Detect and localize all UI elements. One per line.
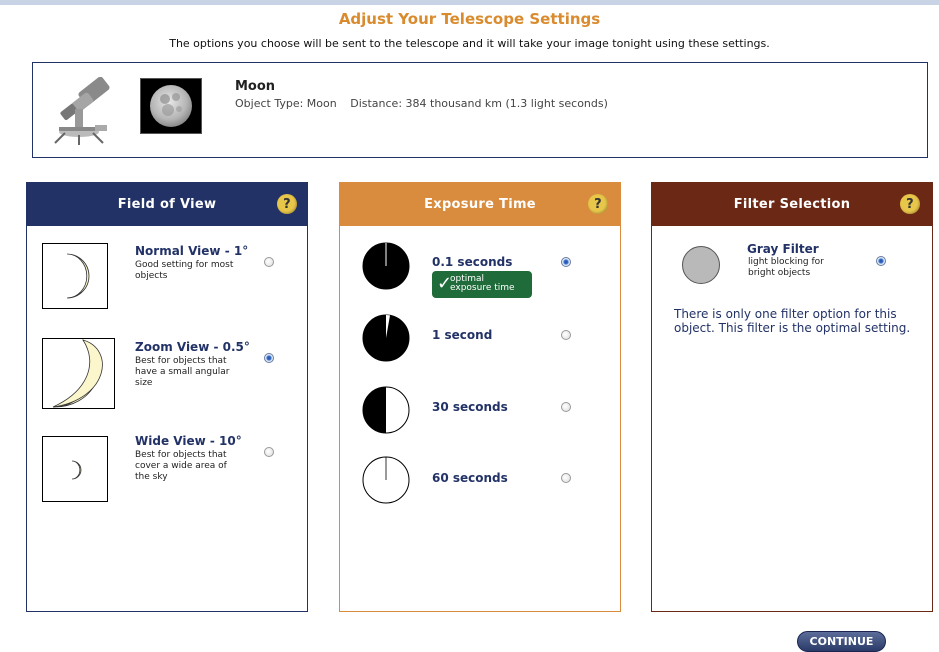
exposure-dial-icon xyxy=(362,242,410,290)
normal-view-radio[interactable] xyxy=(264,257,274,267)
normal-view-title: Normal View - 1° xyxy=(135,244,249,258)
filter-selection-header: Filter Selection ? xyxy=(652,183,932,226)
crescent-moon-icon xyxy=(66,253,90,299)
exposure-60-radio[interactable] xyxy=(561,473,571,483)
filter-help-icon[interactable]: ? xyxy=(900,194,920,214)
exposure-0-1-label: 0.1 seconds xyxy=(432,255,513,269)
object-distance: Distance: 384 thousand km (1.3 light sec… xyxy=(350,97,608,110)
field-of-view-title: Field of View xyxy=(117,197,217,212)
gray-filter-desc: light blocking for bright objects xyxy=(748,257,824,278)
wide-view-radio[interactable] xyxy=(264,447,274,457)
exposure-1-radio[interactable] xyxy=(561,330,571,340)
filter-selection-title: Filter Selection xyxy=(733,197,851,212)
filter-selection-panel: Filter Selection ? Gray Filter light blo… xyxy=(651,182,933,612)
object-name: Moon xyxy=(235,79,276,94)
crescent-moon-icon xyxy=(52,339,103,408)
gray-filter-swatch xyxy=(682,246,720,284)
exposure-dial-icon xyxy=(362,314,410,362)
zoom-view-desc: Best for objects that have a small angul… xyxy=(135,356,230,388)
field-of-view-panel: Field of View ? Normal View - 1° Good se… xyxy=(26,182,308,612)
optimal-exposure-badge: ✓ optimal exposure time xyxy=(432,271,532,298)
zoom-view-radio[interactable] xyxy=(264,353,274,363)
continue-button[interactable]: CONTINUE xyxy=(797,631,886,652)
exposure-time-panel: Exposure Time ? 0.1 seconds ✓ optimal ex… xyxy=(339,182,621,612)
exposure-0-1-radio[interactable] xyxy=(561,257,571,267)
optimal-badge-text: optimal exposure time xyxy=(450,275,515,293)
object-details: Object Type: Moon Distance: 384 thousand… xyxy=(235,97,618,110)
filter-note: There is only one filter option for this… xyxy=(674,307,911,335)
exposure-1-label: 1 second xyxy=(432,328,493,342)
page-title: Adjust Your Telescope Settings xyxy=(338,10,601,28)
exposure-help-icon[interactable]: ? xyxy=(588,194,608,214)
top-border xyxy=(0,0,939,5)
normal-view-desc: Good setting for most objects xyxy=(135,260,234,281)
moon-thumbnail xyxy=(140,78,202,134)
page-subtitle: The options you choose will be sent to t… xyxy=(169,37,770,50)
zoom-view-title: Zoom View - 0.5° xyxy=(135,340,250,354)
exposure-time-title: Exposure Time xyxy=(424,197,536,212)
object-type: Object Type: Moon xyxy=(235,97,337,110)
object-info-box: Moon Object Type: Moon Distance: 384 tho… xyxy=(32,62,928,158)
moon-image-icon xyxy=(150,85,192,127)
zoom-view-preview xyxy=(42,338,115,409)
badge-line-2: exposure time xyxy=(450,283,515,293)
wide-view-desc: Best for objects that cover a wide area … xyxy=(135,450,227,482)
crescent-moon-icon xyxy=(71,460,82,480)
exposure-dial-icon xyxy=(362,386,410,434)
wide-view-preview xyxy=(42,436,108,502)
exposure-30-label: 30 seconds xyxy=(432,400,508,414)
gray-filter-radio[interactable] xyxy=(876,256,886,266)
exposure-time-header: Exposure Time ? xyxy=(340,183,620,226)
fov-help-icon[interactable]: ? xyxy=(277,194,297,214)
exposure-dial-icon xyxy=(362,456,410,504)
normal-view-preview xyxy=(42,243,108,309)
gray-filter-title: Gray Filter xyxy=(747,242,819,256)
field-of-view-header: Field of View ? xyxy=(27,183,307,226)
exposure-30-radio[interactable] xyxy=(561,402,571,412)
exposure-60-label: 60 seconds xyxy=(432,471,508,485)
wide-view-title: Wide View - 10° xyxy=(135,434,242,448)
telescope-icon xyxy=(54,77,110,145)
